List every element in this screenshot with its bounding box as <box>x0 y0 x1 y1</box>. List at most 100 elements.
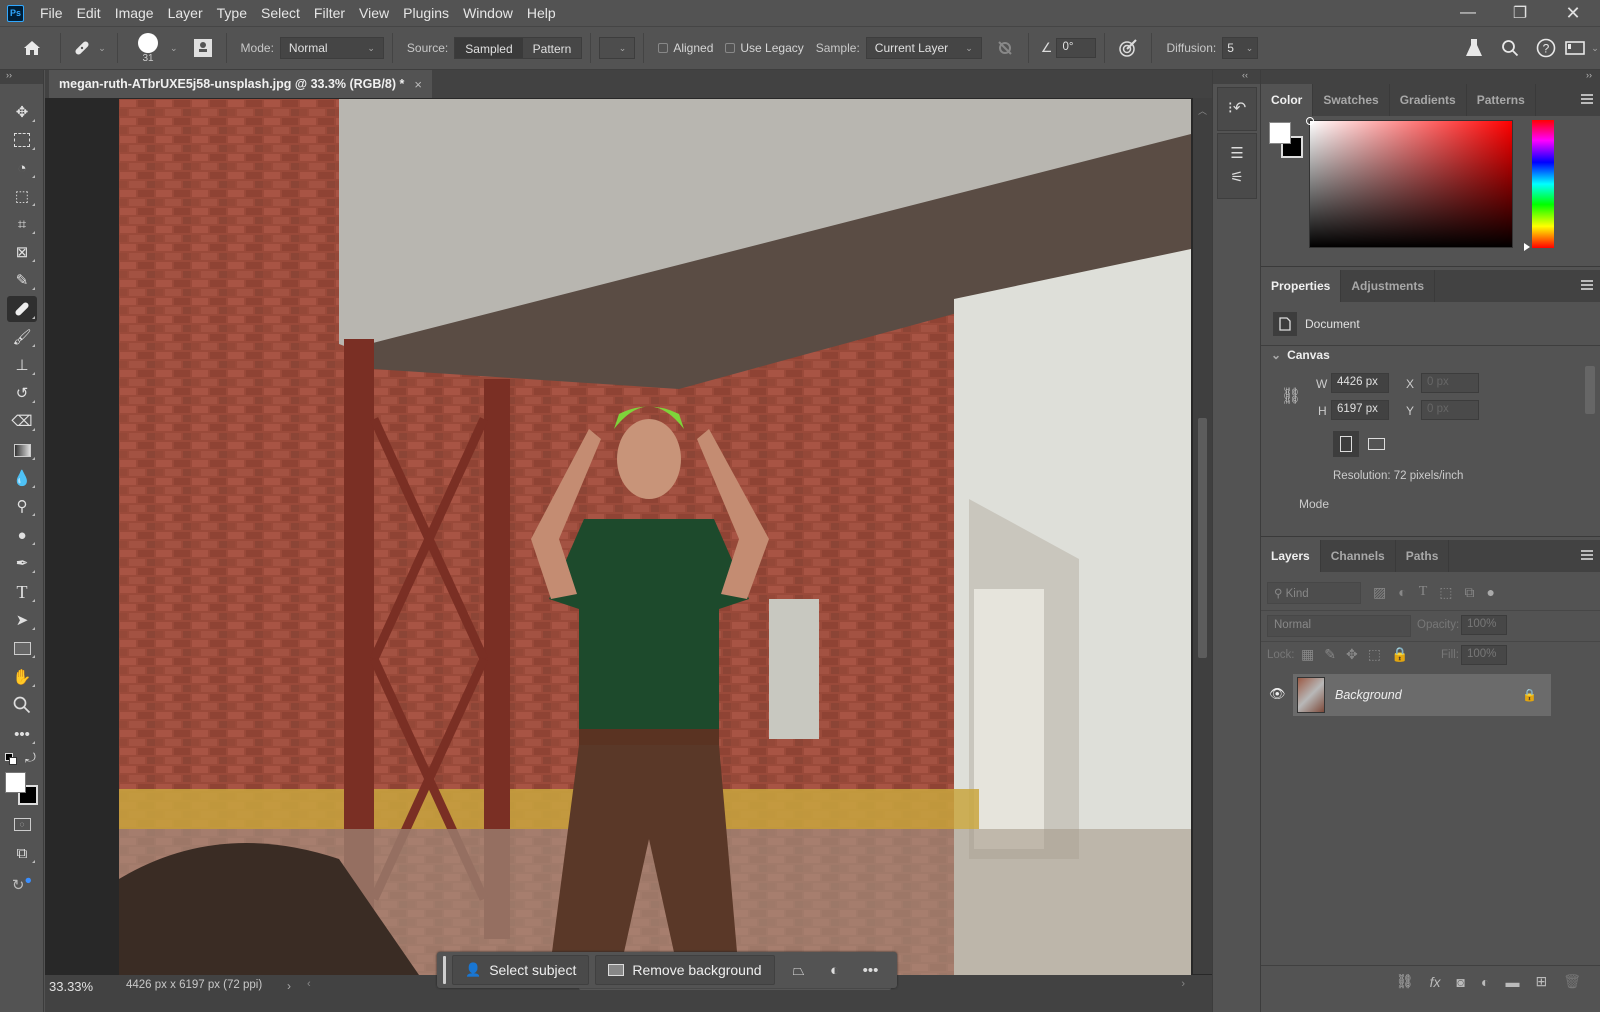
layer-row[interactable]: Background 🔒 <box>1293 674 1551 716</box>
clone-stamp-tool[interactable]: ⊥ <box>7 352 37 378</box>
layer-lock-icon[interactable]: 🔒 <box>1522 688 1537 702</box>
menu-plugins[interactable]: Plugins <box>403 5 449 21</box>
help-button[interactable]: ? <box>1528 38 1564 58</box>
menu-file[interactable]: File <box>40 5 63 21</box>
document-info[interactable]: 4426 px x 6197 px (72 ppi) <box>126 979 296 991</box>
tab-properties[interactable]: Properties <box>1261 270 1342 302</box>
foreground-color-swatch[interactable] <box>1269 122 1291 144</box>
gradient-tool[interactable] <box>7 437 37 463</box>
rectangle-tool[interactable] <box>7 635 37 661</box>
lock-image-icon[interactable]: ✎ <box>1324 646 1336 663</box>
new-adjustment-layer-icon[interactable]: ◐ <box>1481 974 1489 990</box>
collapse-dock-toggle[interactable]: ‹‹ <box>1213 70 1260 84</box>
vertical-scrollbar[interactable]: ︿ <box>1193 98 1212 974</box>
frame-tool[interactable]: ⊠ <box>7 239 37 265</box>
drag-handle[interactable] <box>443 956 446 984</box>
layer-filter-select[interactable]: ⚲ Kind <box>1267 582 1361 604</box>
pattern-picker[interactable]: ⌄ <box>599 37 636 59</box>
lock-artboard-icon[interactable]: ⬚ <box>1368 646 1381 663</box>
layer-visibility-toggle[interactable]: 👁 <box>1269 686 1286 702</box>
tab-paths[interactable]: Paths <box>1396 540 1450 572</box>
generative-button[interactable]: ↻● <box>7 870 37 896</box>
scroll-left-icon[interactable]: ‹ <box>307 978 311 990</box>
menu-select[interactable]: Select <box>261 5 300 21</box>
menu-window[interactable]: Window <box>463 5 513 21</box>
blur-tool[interactable]: 💧 <box>7 465 37 491</box>
dodge-tool[interactable]: ⚲ <box>7 493 37 519</box>
menu-layer[interactable]: Layer <box>168 5 203 21</box>
home-button[interactable] <box>12 40 52 56</box>
workspace-button[interactable]: ⌄ <box>1564 40 1600 56</box>
default-colors-button[interactable] <box>5 753 17 765</box>
zoom-level-input[interactable]: 33.33% <box>49 979 93 994</box>
aligned-checkbox[interactable]: Aligned <box>658 41 713 55</box>
portrait-orientation-button[interactable] <box>1333 431 1359 457</box>
vertical-scroll-thumb[interactable] <box>1198 418 1207 658</box>
mode-select[interactable]: Normal ⌄ <box>279 37 384 59</box>
image-canvas[interactable] <box>119 99 1191 975</box>
canvas-section-toggle[interactable]: ⌄ Canvas <box>1271 348 1330 362</box>
color-panel-swatches[interactable] <box>1269 122 1305 158</box>
search-button[interactable] <box>1492 39 1528 57</box>
tool-preset-picker[interactable]: ⌄ <box>69 38 109 58</box>
restore-button[interactable]: ❐ <box>1497 0 1543 26</box>
pressure-size-button[interactable] <box>1113 38 1143 58</box>
diffusion-select[interactable]: 5 ⌄ <box>1222 37 1259 59</box>
menu-help[interactable]: Help <box>527 5 556 21</box>
zoom-tool[interactable] <box>7 692 37 718</box>
edit-toolbar-button[interactable]: ••• <box>7 721 37 747</box>
layer-name[interactable]: Background <box>1335 688 1402 702</box>
link-dimensions-icon[interactable]: ⛓ <box>1281 386 1301 406</box>
eyedropper-tool[interactable]: ✎ <box>7 267 37 293</box>
document-tab[interactable]: megan-ruth-ATbrUXE5j58-unsplash.jpg @ 33… <box>49 70 432 98</box>
brush-tool[interactable]: 🖌 <box>7 324 37 350</box>
add-mask-icon[interactable]: ◙ <box>1457 974 1465 990</box>
width-input[interactable]: 4426 px <box>1331 373 1389 393</box>
adjustment-button[interactable]: ◐ <box>817 962 853 979</box>
marquee-tool[interactable] <box>7 127 37 153</box>
screen-mode-button[interactable]: ⧉ <box>7 840 37 866</box>
shape-filter-icon[interactable]: ⬚ <box>1439 584 1452 601</box>
hue-slider-handle[interactable] <box>1524 243 1530 251</box>
smudge-tool[interactable]: ● <box>7 522 37 548</box>
panel-menu-icon[interactable] <box>1581 280 1593 290</box>
history-brush-tool[interactable]: ↺ <box>7 380 37 406</box>
lock-transparent-icon[interactable]: ▦ <box>1301 646 1314 663</box>
color-picker-cursor[interactable] <box>1306 117 1314 125</box>
menu-type[interactable]: Type <box>217 5 247 21</box>
properties-scrollbar[interactable] <box>1585 352 1595 512</box>
close-window-button[interactable]: ✕ <box>1550 0 1596 26</box>
foreground-color-swatch[interactable] <box>5 772 26 793</box>
delete-layer-icon[interactable]: 🗑 <box>1563 973 1581 990</box>
remove-background-button[interactable]: Remove background <box>595 955 775 985</box>
color-swatches[interactable] <box>5 772 39 806</box>
lock-all-icon[interactable]: 🔒 <box>1391 646 1408 663</box>
menu-image[interactable]: Image <box>115 5 154 21</box>
minimize-button[interactable]: — <box>1445 0 1491 26</box>
angle-input[interactable]: 0° <box>1056 38 1097 58</box>
swap-colors-icon[interactable]: ⤾ <box>25 750 36 766</box>
source-pattern-button[interactable]: Pattern <box>522 38 582 58</box>
menu-filter[interactable]: Filter <box>314 5 345 21</box>
move-tool[interactable]: ✥ <box>7 99 37 125</box>
brush-presets-icon[interactable]: ⚟ <box>1218 168 1256 186</box>
crop-tool[interactable]: ⌗ <box>7 211 37 237</box>
clone-source-button[interactable] <box>188 39 218 57</box>
labs-button[interactable] <box>1456 38 1492 58</box>
landscape-orientation-button[interactable] <box>1363 431 1389 457</box>
type-tool[interactable]: T <box>7 579 37 605</box>
filter-toggle[interactable]: ● <box>1487 584 1495 601</box>
close-document-icon[interactable]: × <box>414 77 422 92</box>
brush-size-picker[interactable]: 31 <box>126 32 170 64</box>
status-menu-chevron-icon[interactable]: › <box>287 979 291 993</box>
transform-button[interactable]: ⏢ <box>781 962 817 979</box>
panel-menu-icon[interactable] <box>1581 550 1593 560</box>
x-input[interactable]: 0 px <box>1421 373 1479 393</box>
tab-swatches[interactable]: Swatches <box>1313 84 1390 116</box>
y-input[interactable]: 0 px <box>1421 400 1479 420</box>
tab-layers[interactable]: Layers <box>1261 540 1321 572</box>
opacity-input[interactable]: 100% <box>1461 615 1507 635</box>
more-options-button[interactable]: ••• <box>853 962 889 979</box>
quick-selection-tool[interactable]: ◔ <box>7 155 37 181</box>
color-picker-field[interactable] <box>1306 117 1513 248</box>
